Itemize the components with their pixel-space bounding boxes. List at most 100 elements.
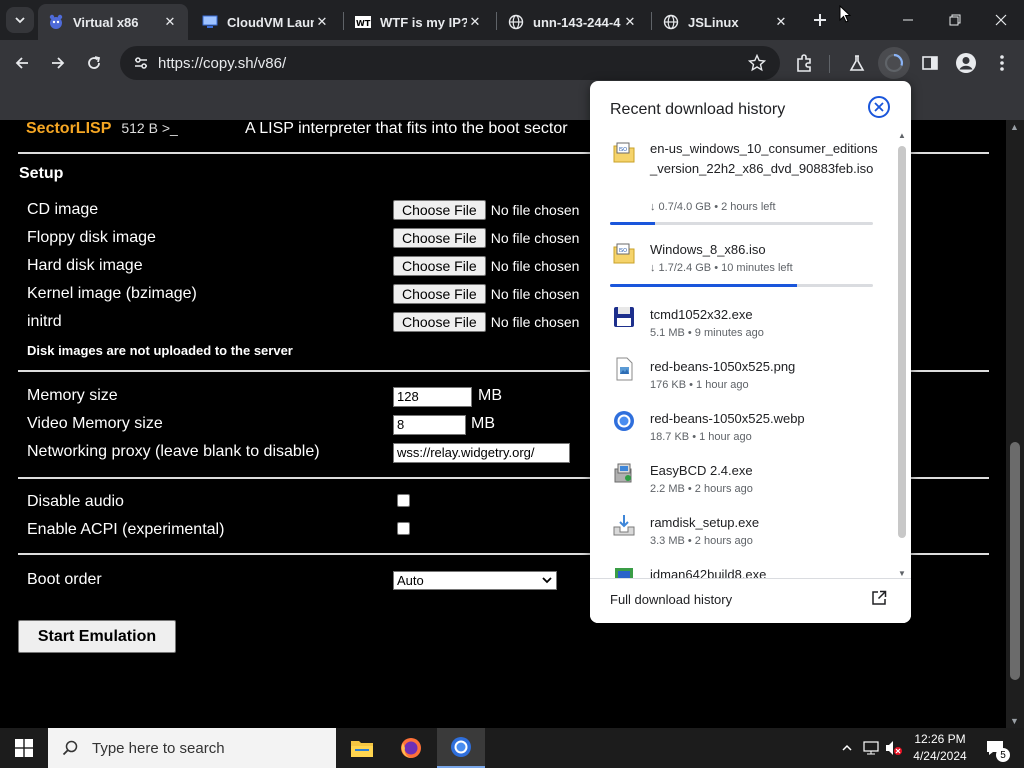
cd-image-input[interactable]: Choose File No file chosen bbox=[393, 200, 579, 220]
close-tab-icon[interactable]: ✕ bbox=[314, 14, 330, 30]
os-size: 512 B >_ bbox=[121, 120, 178, 136]
start-button[interactable] bbox=[0, 728, 48, 768]
scroll-up-icon[interactable]: ▲ bbox=[898, 131, 906, 140]
extensions-icon[interactable] bbox=[792, 51, 816, 75]
close-tab-icon[interactable]: ✕ bbox=[773, 14, 789, 30]
wtf-icon: WTF bbox=[355, 14, 371, 30]
downloads-button[interactable] bbox=[878, 47, 910, 79]
volume-muted-icon[interactable] bbox=[883, 728, 905, 768]
system-clock[interactable]: 12:26 PM 4/24/2024 bbox=[908, 731, 972, 765]
download-item[interactable]: idman642build8.exe bbox=[590, 565, 890, 578]
taskbar-search-box[interactable]: Type here to search bbox=[48, 728, 336, 768]
firefox-app[interactable] bbox=[387, 728, 435, 768]
notification-center-button[interactable]: 5 bbox=[980, 728, 1010, 768]
download-filename[interactable]: red-beans-1050x525.webp bbox=[650, 409, 878, 429]
site-settings-icon[interactable] bbox=[126, 55, 156, 71]
choose-file-button[interactable]: Choose File bbox=[393, 284, 486, 304]
download-item[interactable]: EasyBCD 2.4.exe 2.2 MB • 2 hours ago bbox=[590, 461, 890, 501]
address-bar[interactable]: https://copy.sh/v86/ bbox=[120, 46, 780, 80]
menu-kebab-icon[interactable] bbox=[990, 51, 1014, 75]
download-filename[interactable]: idman642build8.exe bbox=[650, 565, 878, 578]
forward-button[interactable] bbox=[44, 49, 72, 77]
tab-title: Virtual x86 bbox=[73, 14, 139, 30]
back-button[interactable] bbox=[8, 49, 36, 77]
download-list-scrollbar[interactable]: ▲ ▼ bbox=[895, 131, 909, 578]
kernel-image-input[interactable]: Choose File No file chosen bbox=[393, 284, 579, 304]
download-filename[interactable]: EasyBCD 2.4.exe bbox=[650, 461, 878, 481]
file-explorer-app[interactable] bbox=[338, 728, 386, 768]
choose-file-button[interactable]: Choose File bbox=[393, 256, 486, 276]
close-tab-icon[interactable]: ✕ bbox=[467, 14, 483, 30]
choose-file-button[interactable]: Choose File bbox=[393, 228, 486, 248]
close-tab-icon[interactable]: ✕ bbox=[622, 14, 638, 30]
os-name[interactable]: SectorLISP bbox=[26, 120, 111, 138]
choose-file-button[interactable]: Choose File bbox=[393, 200, 486, 220]
tab-virtual-x86[interactable]: Virtual x86 ✕ bbox=[38, 4, 188, 40]
video-memory-label: Video Memory size bbox=[27, 415, 163, 432]
networking-proxy-input[interactable]: wss://relay.widgetry.org/ bbox=[393, 443, 570, 463]
close-window-button[interactable] bbox=[986, 6, 1016, 34]
download-filename[interactable]: Windows_8_x86.iso bbox=[650, 240, 878, 260]
svg-text:WTF: WTF bbox=[356, 19, 371, 28]
tab-title: CloudVM Laun bbox=[227, 14, 314, 30]
memory-size-input[interactable]: 128 bbox=[393, 387, 472, 407]
os-entry-sectorlisp[interactable]: SectorLISP 512 B >_ A LISP interpreter t… bbox=[26, 120, 568, 142]
choose-file-button[interactable]: Choose File bbox=[393, 312, 486, 332]
firefox-icon bbox=[401, 738, 421, 758]
bookmark-star-icon[interactable] bbox=[747, 53, 767, 77]
side-panel-icon[interactable] bbox=[918, 51, 942, 75]
video-memory-input[interactable]: 8 bbox=[393, 415, 466, 435]
open-external-icon[interactable] bbox=[871, 590, 887, 606]
close-popup-button[interactable] bbox=[868, 96, 890, 118]
restore-button[interactable] bbox=[940, 6, 970, 34]
tab-search-button[interactable] bbox=[6, 7, 34, 33]
scrollbar-thumb[interactable] bbox=[898, 146, 906, 538]
download-history-popup: Recent download history ISO en-us_window… bbox=[590, 81, 911, 623]
minimize-button[interactable] bbox=[893, 6, 923, 34]
scroll-down-icon[interactable]: ▼ bbox=[898, 569, 906, 578]
full-download-history-link[interactable]: Full download history bbox=[610, 592, 732, 607]
initrd-input[interactable]: Choose File No file chosen bbox=[393, 312, 579, 332]
network-icon[interactable] bbox=[860, 728, 882, 768]
disable-audio-label: Disable audio bbox=[27, 493, 124, 510]
show-hidden-icons-button[interactable] bbox=[838, 728, 856, 768]
boot-order-select[interactable]: Auto bbox=[393, 571, 557, 590]
tab-cloudvm[interactable]: CloudVM Laun ✕ bbox=[192, 4, 340, 40]
labs-flask-icon[interactable] bbox=[845, 51, 869, 75]
tab-jslinux[interactable]: JSLinux ✕ bbox=[653, 4, 799, 40]
download-meta: 2.2 MB • 2 hours ago bbox=[650, 483, 753, 495]
url-text[interactable]: https://copy.sh/v86/ bbox=[158, 55, 286, 72]
download-item[interactable]: ramdisk_setup.exe 3.3 MB • 2 hours ago bbox=[590, 513, 890, 553]
download-filename[interactable]: ramdisk_setup.exe bbox=[650, 513, 878, 533]
floppy-image-input[interactable]: Choose File No file chosen bbox=[393, 228, 579, 248]
page-scrollbar[interactable]: ▲ ▼ bbox=[1006, 120, 1024, 728]
hard-disk-image-input[interactable]: Choose File No file chosen bbox=[393, 256, 579, 276]
memory-size-label: Memory size bbox=[27, 387, 118, 404]
back-arrow-icon bbox=[15, 57, 28, 69]
start-emulation-button[interactable]: Start Emulation bbox=[18, 620, 176, 653]
scrollbar-thumb[interactable] bbox=[1010, 442, 1020, 680]
enable-acpi-checkbox[interactable] bbox=[397, 522, 410, 535]
scroll-down-icon[interactable]: ▼ bbox=[1010, 716, 1019, 726]
networking-proxy-label: Networking proxy (leave blank to disable… bbox=[27, 443, 320, 460]
tab-unn[interactable]: unn-143-244-4 ✕ bbox=[498, 4, 648, 40]
download-item[interactable]: red-beans-1050x525.png 176 KB • 1 hour a… bbox=[590, 357, 890, 397]
download-filename[interactable]: tcmd1052x32.exe bbox=[650, 305, 878, 325]
download-footer: Full download history bbox=[590, 578, 911, 623]
close-tab-icon[interactable]: ✕ bbox=[162, 14, 178, 30]
profile-avatar-icon[interactable] bbox=[954, 51, 978, 75]
windows-logo-icon bbox=[15, 739, 33, 757]
new-tab-button[interactable] bbox=[808, 8, 832, 32]
hard-disk-image-label: Hard disk image bbox=[27, 257, 143, 274]
chrome-app[interactable] bbox=[437, 728, 485, 768]
download-item[interactable]: tcmd1052x32.exe 5.1 MB • 9 minutes ago bbox=[590, 305, 890, 345]
download-filename[interactable]: red-beans-1050x525.png bbox=[650, 357, 878, 377]
download-item[interactable]: red-beans-1050x525.webp 18.7 KB • 1 hour… bbox=[590, 409, 890, 449]
reload-button[interactable] bbox=[80, 49, 108, 77]
scroll-up-icon[interactable]: ▲ bbox=[1010, 122, 1019, 132]
download-item[interactable]: ISO en-us_windows_10_consumer_editions_v… bbox=[590, 139, 890, 229]
tab-wtf-ip[interactable]: WTF WTF is my IP?! ✕ bbox=[345, 4, 493, 40]
disable-audio-checkbox[interactable] bbox=[397, 494, 410, 507]
download-filename[interactable]: en-us_windows_10_consumer_editions_versi… bbox=[650, 139, 878, 179]
download-item[interactable]: ISO Windows_8_x86.iso ↓ 1.7/2.4 GB • 10 … bbox=[590, 242, 890, 288]
